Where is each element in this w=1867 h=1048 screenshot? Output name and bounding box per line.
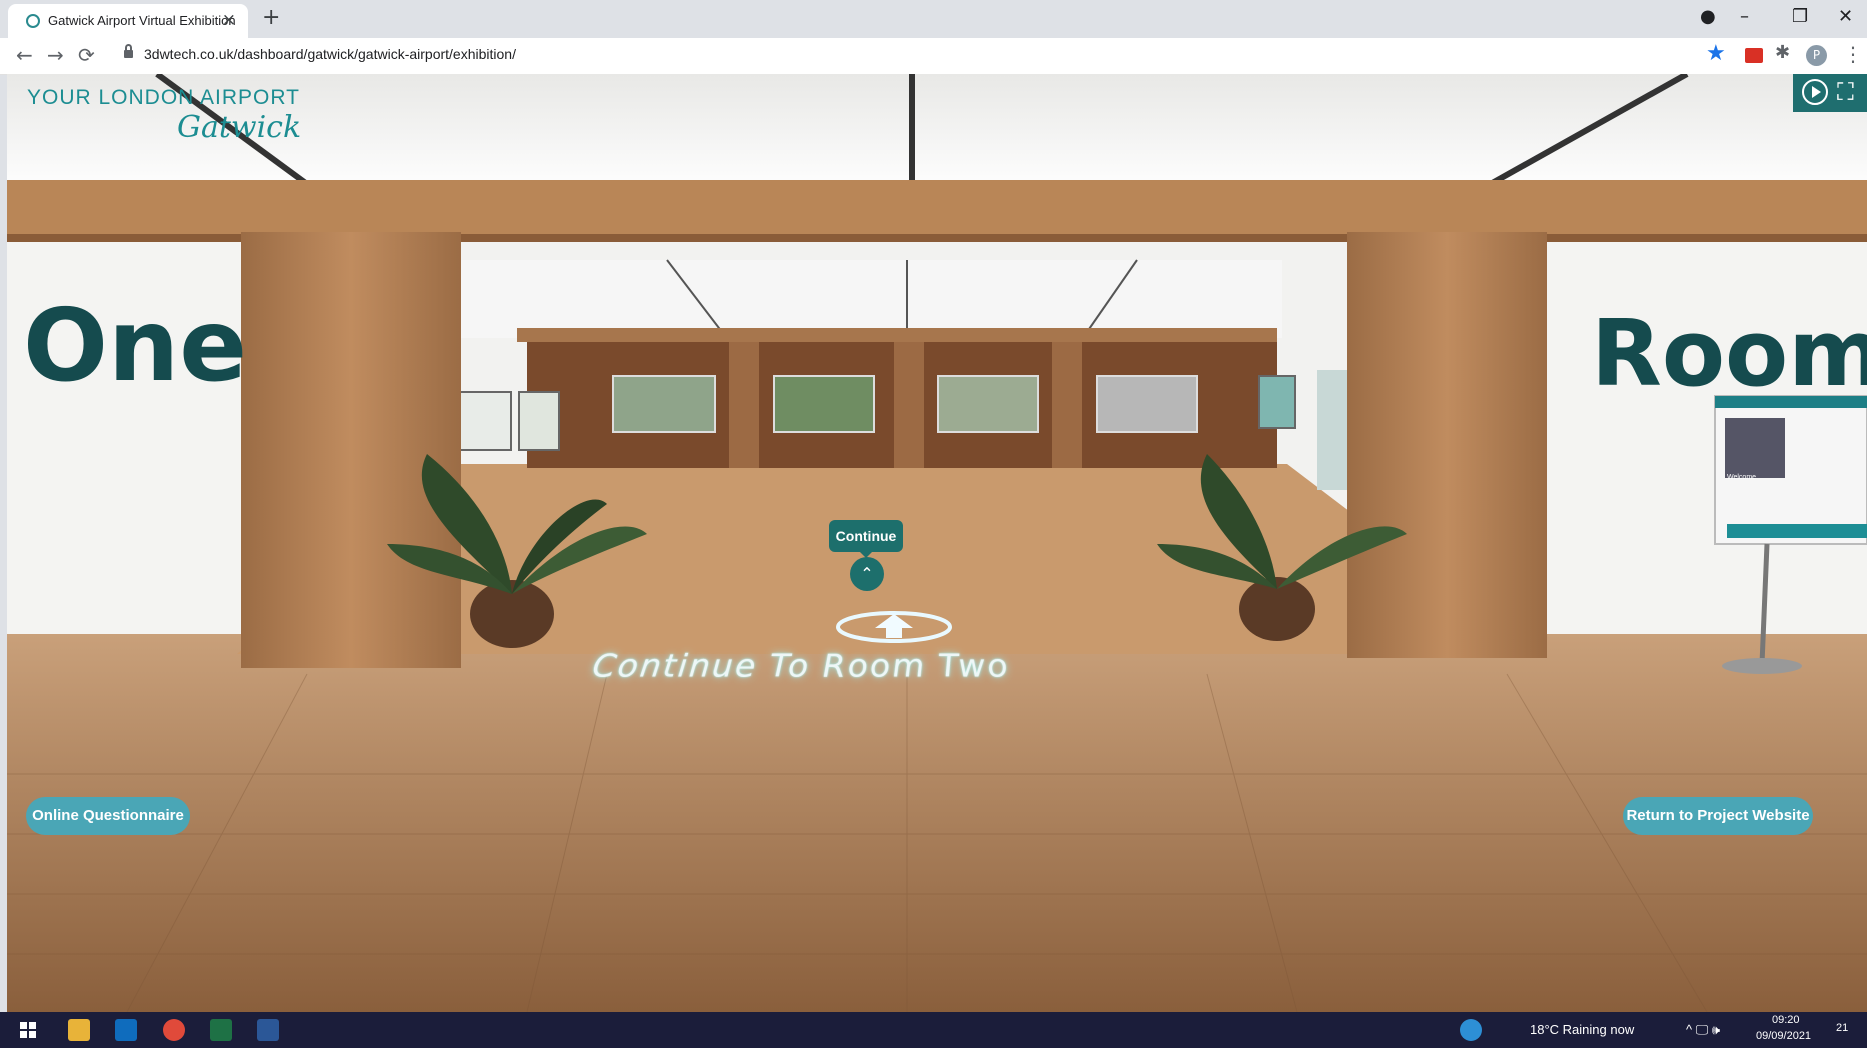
new-tab-button[interactable]: + bbox=[262, 5, 280, 30]
help-icon[interactable] bbox=[1460, 1019, 1482, 1041]
restore-window-button[interactable]: ❐ bbox=[1792, 6, 1808, 27]
extensions-puzzle-icon[interactable]: ✱ bbox=[1775, 42, 1790, 63]
bookmark-star-icon[interactable]: ★ bbox=[1706, 41, 1726, 66]
notifications-count[interactable]: 21 bbox=[1836, 1022, 1848, 1034]
wall-text-right: Room O bbox=[1591, 300, 1867, 407]
system-tray-icons[interactable]: ^ 🖵 🕪 bbox=[1686, 1022, 1720, 1038]
close-window-button[interactable]: ✕ bbox=[1838, 6, 1853, 27]
media-control-icon[interactable]: ● bbox=[1700, 6, 1716, 27]
chrome-icon[interactable] bbox=[163, 1019, 185, 1041]
forward-icon[interactable]: → bbox=[47, 43, 64, 67]
autoplay-icon[interactable] bbox=[1802, 79, 1828, 105]
wall-text-left: One bbox=[23, 287, 248, 404]
floor-navigation-text[interactable]: Continue To Room Two bbox=[590, 647, 1013, 684]
online-questionnaire-button[interactable]: Online Questionnaire bbox=[26, 797, 190, 835]
close-tab-icon[interactable]: × bbox=[222, 10, 236, 30]
minimize-window-button[interactable]: – bbox=[1740, 6, 1749, 27]
return-to-project-website-button[interactable]: Return to Project Website bbox=[1623, 797, 1813, 835]
profile-avatar[interactable]: P bbox=[1806, 45, 1827, 66]
lock-icon[interactable] bbox=[124, 44, 133, 58]
browser-toolbar: ← → ⟳ 3dwtech.co.uk/dashboard/gatwick/ga… bbox=[0, 38, 1867, 75]
browser-tab-bar: Gatwick Airport Virtual Exhibition × + ●… bbox=[0, 0, 1867, 38]
browser-menu-icon[interactable]: ⋮ bbox=[1843, 42, 1863, 66]
gatwick-logo-script: Gatwick bbox=[177, 110, 302, 145]
viewer-controls: ⛶ bbox=[1793, 74, 1867, 112]
windows-taskbar: 18°C Raining now ^ 🖵 🕪 09:20 09/09/2021 … bbox=[0, 1012, 1867, 1048]
reload-icon[interactable]: ⟳ bbox=[78, 43, 95, 67]
virtual-exhibition-canvas[interactable]: YOUR LONDON AIRPORT Gatwick One Room O W… bbox=[7, 74, 1867, 1012]
continue-hotspot-arrow-icon[interactable]: ⌃ bbox=[850, 557, 884, 591]
fullscreen-icon[interactable]: ⛶ bbox=[1837, 80, 1861, 104]
welcome-board-title: Welcome bbox=[1727, 474, 1757, 481]
excel-icon[interactable] bbox=[210, 1019, 232, 1041]
tab-title: Gatwick Airport Virtual Exhibition bbox=[48, 13, 236, 28]
weather-status[interactable]: 18°C Raining now bbox=[1530, 1022, 1634, 1037]
outlook-icon[interactable] bbox=[115, 1019, 137, 1041]
clock-time[interactable]: 09:20 bbox=[1772, 1014, 1800, 1026]
word-icon[interactable] bbox=[257, 1019, 279, 1041]
extension-icon[interactable] bbox=[1745, 48, 1763, 63]
gatwick-logo-tagline: YOUR LONDON AIRPORT bbox=[27, 86, 300, 109]
file-explorer-icon[interactable] bbox=[68, 1019, 90, 1041]
clock-date[interactable]: 09/09/2021 bbox=[1756, 1030, 1811, 1042]
browser-tab[interactable]: Gatwick Airport Virtual Exhibition × bbox=[8, 4, 248, 38]
site-favicon-icon bbox=[26, 14, 40, 28]
windows-start-icon[interactable] bbox=[20, 1022, 36, 1038]
exhibition-room-render bbox=[7, 74, 1867, 1012]
back-icon[interactable]: ← bbox=[16, 43, 33, 67]
continue-hotspot-label[interactable]: Continue bbox=[829, 520, 903, 558]
address-bar[interactable]: 3dwtech.co.uk/dashboard/gatwick/gatwick-… bbox=[144, 46, 516, 62]
